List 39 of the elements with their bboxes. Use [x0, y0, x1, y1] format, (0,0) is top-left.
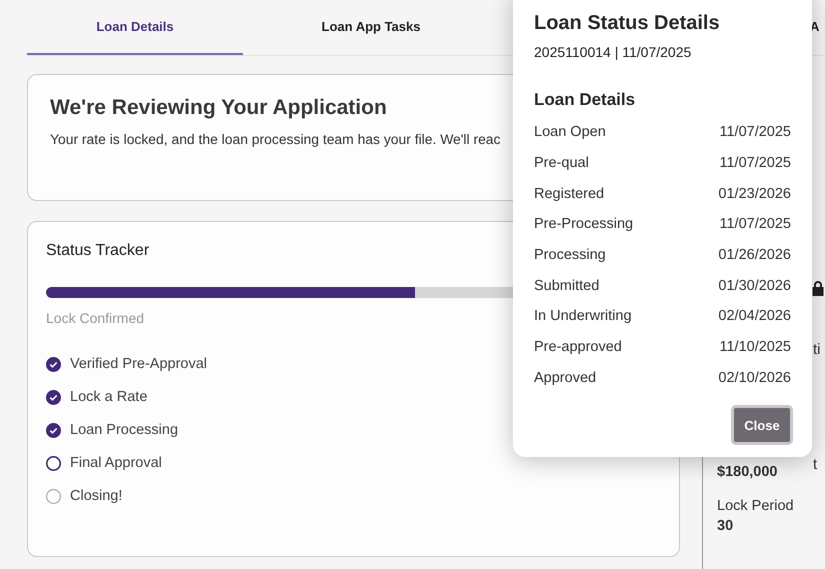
status-date: 11/07/2025: [720, 155, 791, 172]
field-value: 30: [717, 518, 734, 534]
tab[interactable]: Loan Details: [27, 0, 243, 55]
status-label: Submitted: [534, 278, 600, 294]
status-date: 01/26/2026: [718, 247, 791, 264]
status-label: Processing: [534, 247, 606, 264]
step-label: Closing!: [70, 488, 122, 504]
dialog-title: Loan Status Details: [534, 12, 721, 35]
step-label: Lock a Rate: [70, 389, 148, 405]
dialog-subtitle: 2025110014 | 11/07/2025: [534, 44, 692, 60]
step-label: Loan Processing: [70, 422, 178, 438]
section-title: Loan Details: [534, 90, 636, 110]
status-label: Pre-qual: [534, 155, 589, 172]
step-label: Final Approval: [70, 455, 162, 471]
field-label: t: [813, 456, 818, 473]
field-label: ti: [813, 341, 820, 358]
status-date: 01/30/2026: [718, 278, 791, 294]
status-label: Pre-Processing: [534, 216, 634, 232]
review-title: We're Reviewing Your Application: [50, 96, 387, 120]
close-button[interactable]: Close: [731, 405, 793, 445]
field-label: Lock Period: [717, 498, 794, 514]
status-date: 11/10/2025: [720, 339, 791, 356]
step-label: Verified Pre-Approval: [70, 356, 208, 372]
stage-label: Lock Confirmed: [46, 310, 144, 326]
status-date: 02/10/2026: [718, 370, 791, 386]
status-label: Pre-approved: [534, 339, 622, 356]
status-date: 02/04/2026: [718, 308, 791, 324]
tracker-title: Status Tracker: [46, 242, 150, 260]
field-value: $180,000: [717, 464, 778, 480]
lock-icon: [811, 280, 825, 296]
status-label: Loan Open: [534, 124, 606, 140]
status-date: 11/07/2025: [720, 216, 791, 232]
tab[interactable]: Loan App Tasks: [243, 0, 499, 55]
status-date: 01/23/2026: [718, 186, 791, 202]
status-label: In Underwriting: [534, 308, 632, 324]
status-label: Registered: [534, 186, 604, 202]
review-message: Your rate is locked, and the loan processing team has your file. We'll reac: [50, 131, 500, 147]
status-date: 11/07/2025: [720, 124, 791, 140]
status-label: Approved: [534, 370, 596, 386]
